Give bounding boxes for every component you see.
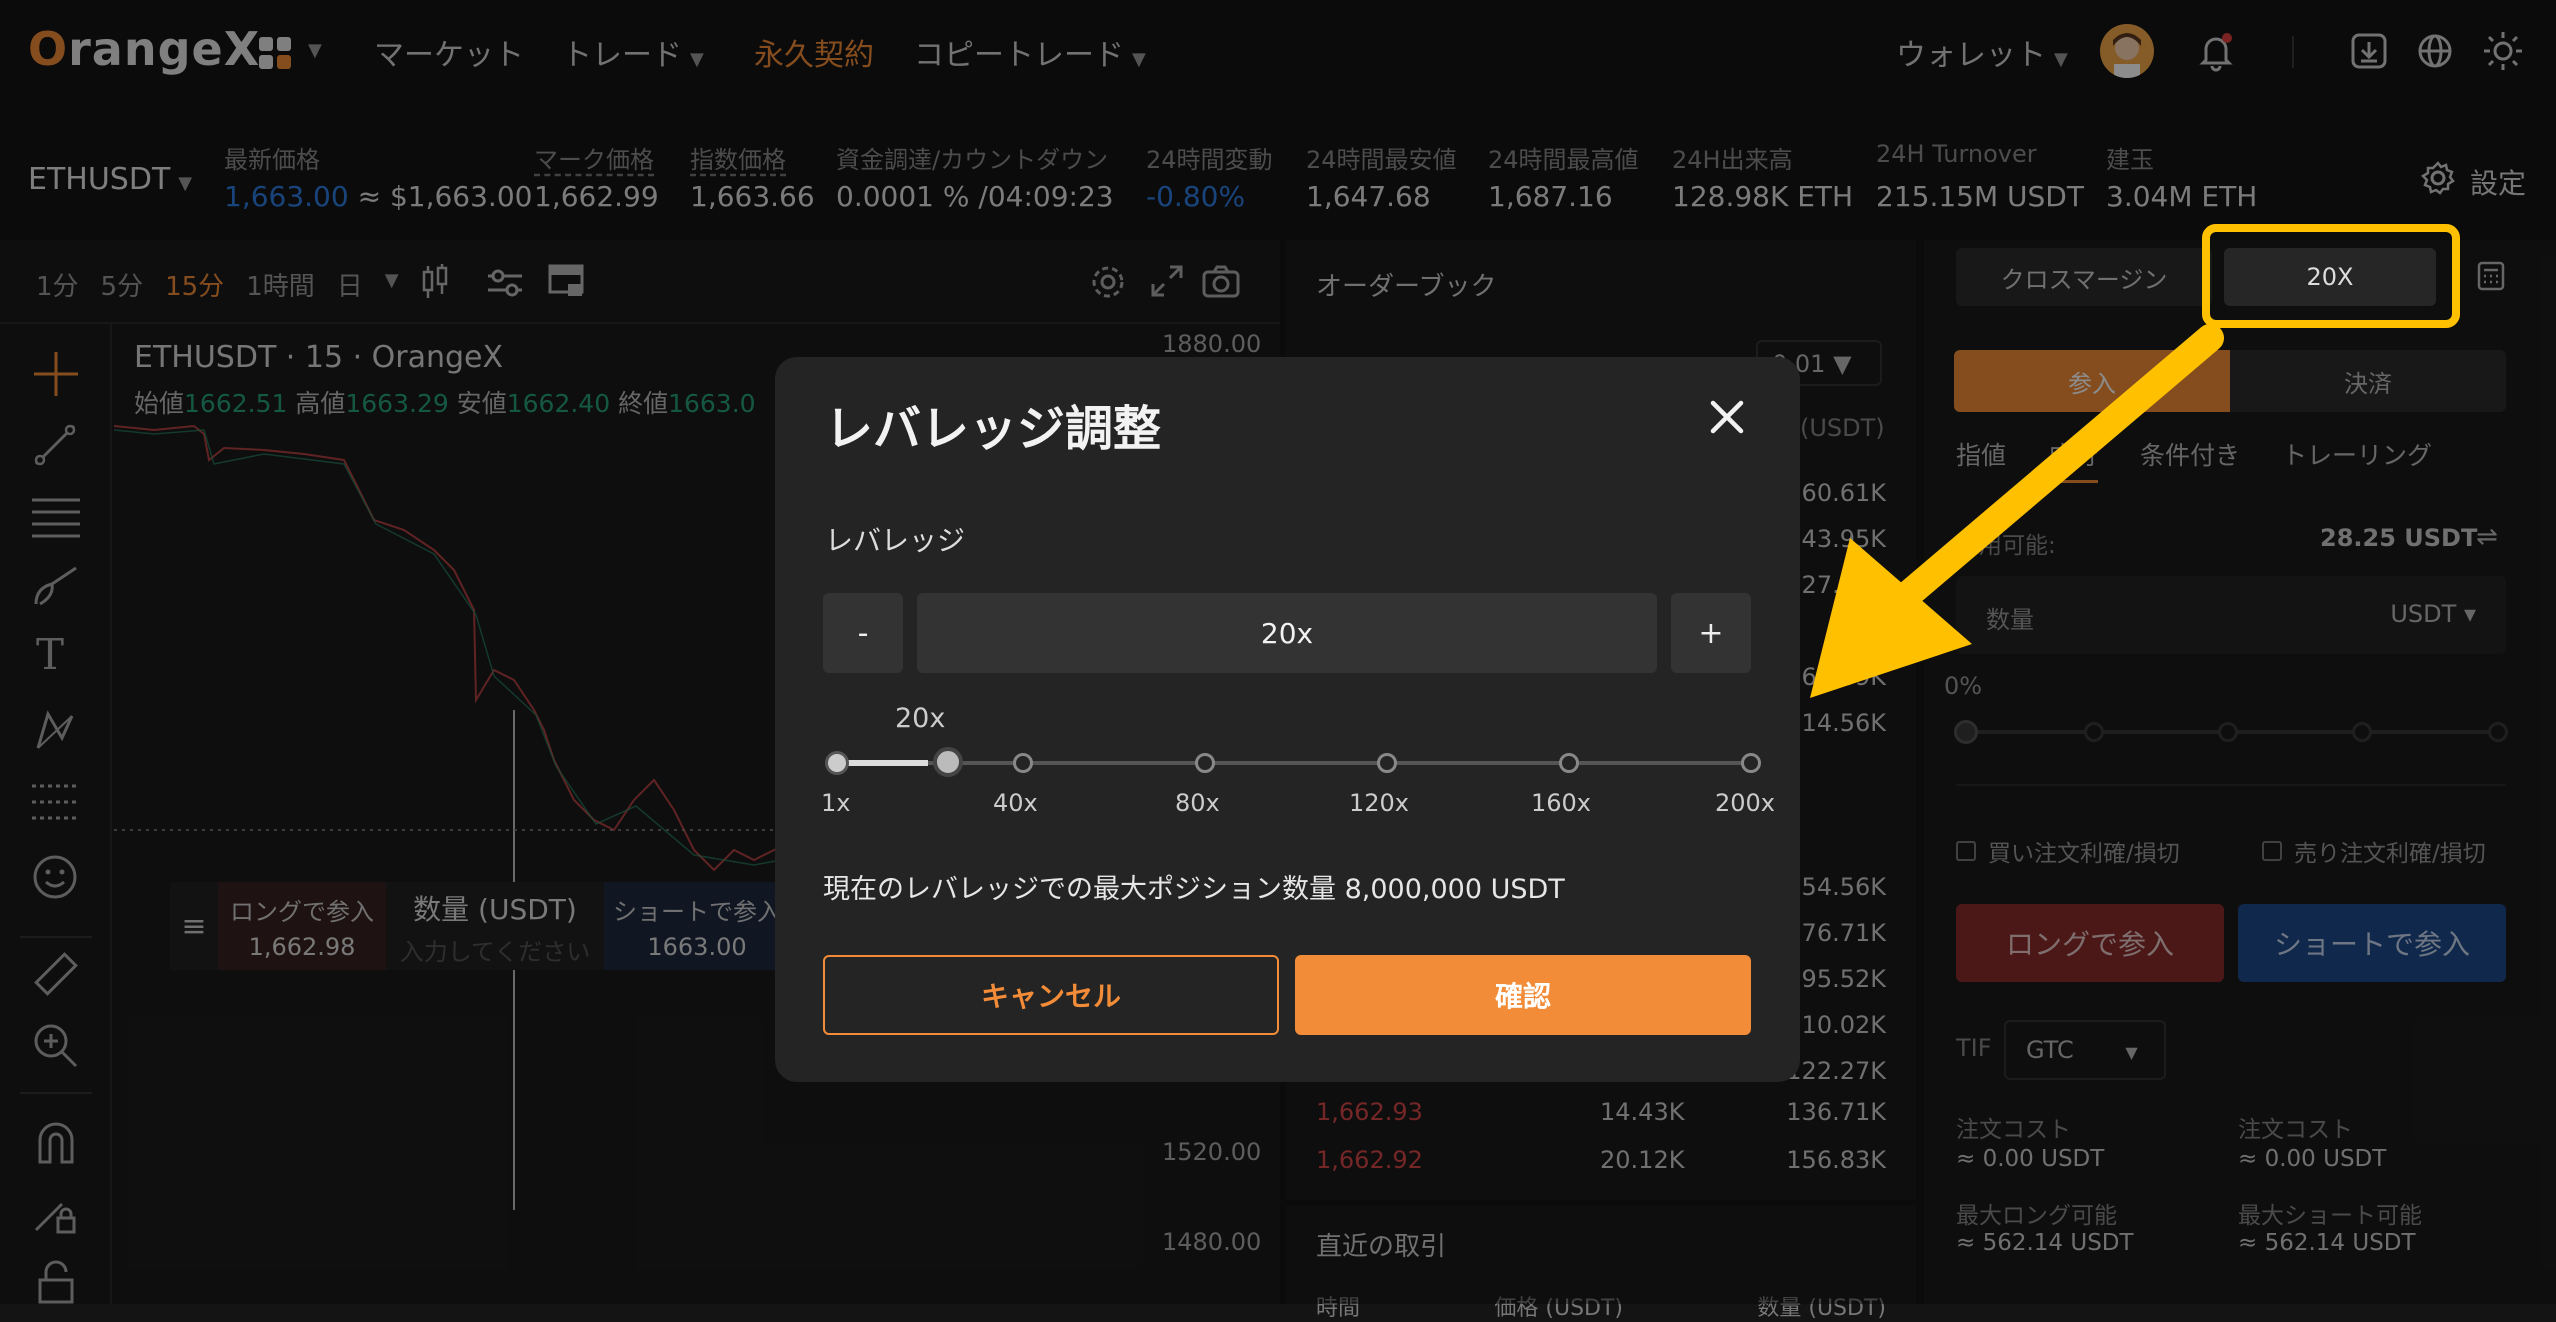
increase-button[interactable]: + bbox=[1671, 593, 1751, 673]
slider-mark-40x[interactable] bbox=[1013, 753, 1033, 773]
mark-label-200x: 200x bbox=[1715, 789, 1776, 817]
slider-mark-1x[interactable] bbox=[825, 751, 849, 775]
slider-mark-200x[interactable] bbox=[1741, 753, 1761, 773]
leverage-modal: レバレッジ調整 レバレッジ - 20x + 20x 1x 40x 80x 120… bbox=[775, 357, 1800, 1082]
modal-title: レバレッジ調整 bbox=[825, 401, 1162, 457]
mark-label-1x: 1x bbox=[821, 789, 851, 817]
cancel-button[interactable]: キャンセル bbox=[823, 955, 1279, 1035]
slider-fill bbox=[837, 760, 928, 766]
leverage-slider[interactable] bbox=[837, 760, 1747, 766]
decrease-button[interactable]: - bbox=[823, 593, 903, 673]
slider-mark-160x[interactable] bbox=[1559, 753, 1579, 773]
annotation-arrow bbox=[1810, 324, 2224, 698]
leverage-label: レバレッジ bbox=[825, 524, 966, 557]
slider-mark-120x[interactable] bbox=[1377, 753, 1397, 773]
confirm-button[interactable]: 確認 bbox=[1295, 955, 1751, 1035]
mark-label-80x: 80x bbox=[1175, 789, 1220, 817]
slider-mark-80x[interactable] bbox=[1195, 753, 1215, 773]
leverage-input[interactable]: 20x bbox=[917, 593, 1657, 673]
mark-label-40x: 40x bbox=[993, 789, 1038, 817]
slider-handle[interactable] bbox=[932, 747, 963, 777]
highlight-box bbox=[2202, 224, 2460, 328]
max-position-text: 現在のレバレッジでの最大ポジション数量 8,000,000 USDT bbox=[823, 874, 1565, 905]
mark-label-160x: 160x bbox=[1531, 789, 1592, 817]
mark-label-120x: 120x bbox=[1349, 789, 1410, 817]
slider-tooltip: 20x bbox=[895, 703, 946, 734]
